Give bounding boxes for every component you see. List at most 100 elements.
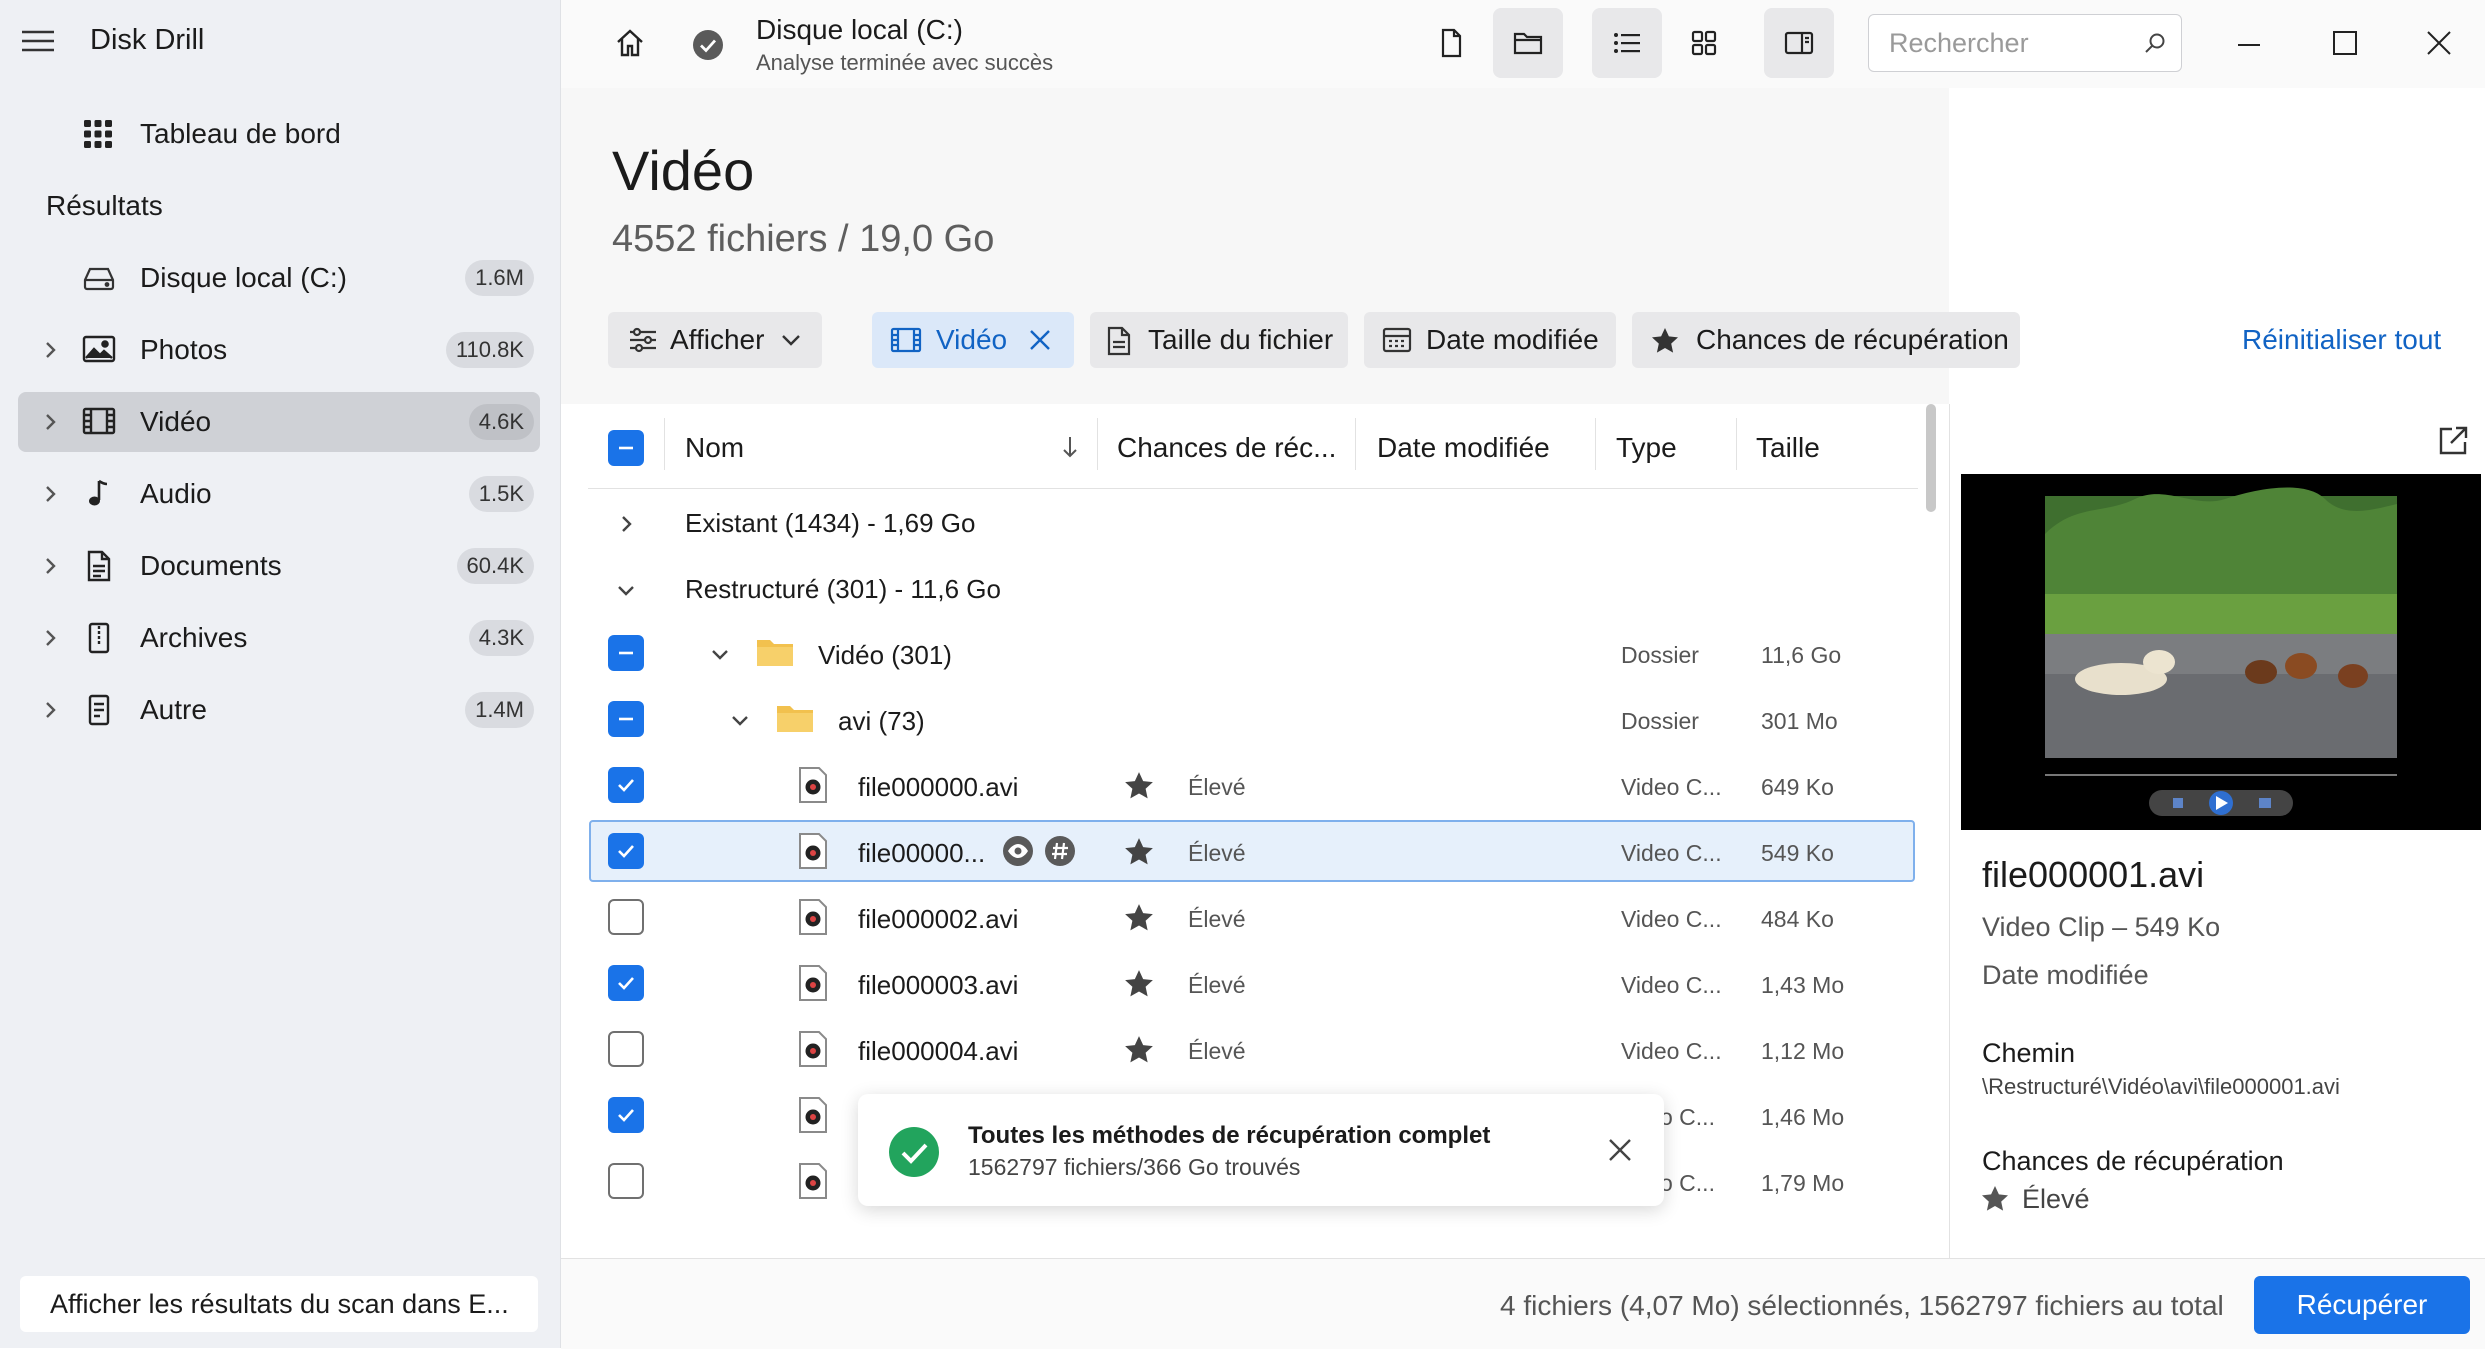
maximize-button[interactable]: [2330, 28, 2360, 58]
row-checkbox[interactable]: [608, 965, 644, 1001]
row-checkbox[interactable]: [608, 833, 644, 869]
sidebar-item-video[interactable]: Vidéo 4.6K: [18, 392, 540, 452]
sidebar-item-photos[interactable]: Photos 110.8K: [18, 320, 540, 380]
file-size: 549 Ko: [1761, 840, 1834, 866]
group-reconstructed[interactable]: Restructuré (301) - 11,6 Go: [685, 574, 1001, 605]
row-checkbox[interactable]: [608, 701, 644, 737]
row-checkbox[interactable]: [608, 899, 644, 935]
video-thumbnail[interactable]: [1961, 474, 2481, 830]
count-badge: 1.4M: [465, 692, 534, 728]
file-name: file000002.avi: [858, 904, 1019, 934]
group-existing[interactable]: Existant (1434) - 1,69 Go: [685, 508, 975, 539]
star-icon: [1650, 326, 1680, 356]
recovery-chances-filter-chip[interactable]: Chances de récupération: [1632, 312, 2020, 368]
video-filter-chip[interactable]: Vidéo: [872, 312, 1074, 368]
row-checkbox[interactable]: [608, 767, 644, 803]
count-badge: 1.6M: [465, 260, 534, 296]
hash-icon[interactable]: [1044, 835, 1076, 867]
folder-type: Dossier: [1621, 642, 1699, 668]
folder-size: 301 Mo: [1761, 708, 1838, 734]
reset-all-link[interactable]: Réinitialiser tout: [2242, 324, 2441, 356]
sidebar-item-audio[interactable]: Audio 1.5K: [18, 464, 540, 524]
toast-title: Toutes les méthodes de récupération comp…: [968, 1122, 1491, 1149]
column-divider: [1736, 418, 1737, 470]
folder-name: Vidéo (301): [818, 640, 952, 670]
sidebar-item-label: Documents: [140, 550, 282, 581]
search-box[interactable]: [1868, 14, 2182, 72]
minimize-button[interactable]: [2234, 30, 2264, 60]
success-check-icon: [888, 1126, 940, 1178]
preview-date-label: Date modifiée: [1982, 960, 2149, 990]
row-checkbox[interactable]: [608, 1097, 644, 1133]
chevron-right-icon[interactable]: [614, 512, 638, 536]
document-icon: [1106, 326, 1132, 356]
list-view-button[interactable]: [1592, 8, 1662, 78]
date-modified-filter-chip[interactable]: Date modifiée: [1364, 312, 1616, 368]
column-header-size[interactable]: Taille: [1756, 432, 1820, 464]
count-badge: 4.3K: [468, 620, 534, 656]
disk-title: Disque local (C:): [756, 14, 963, 45]
search-input[interactable]: [1887, 27, 2141, 60]
column-header-name[interactable]: Nom: [685, 432, 744, 464]
recover-button[interactable]: Récupérer: [2254, 1276, 2470, 1334]
folder-view-button[interactable]: [1493, 8, 1563, 78]
grid-view-button[interactable]: [1669, 8, 1739, 78]
count-badge: 1.5K: [468, 476, 534, 512]
column-divider: [1097, 418, 1098, 470]
chevron-right-icon[interactable]: [38, 626, 62, 650]
preview-pane-toggle[interactable]: [1764, 8, 1834, 78]
video-file-icon: [798, 1163, 828, 1199]
home-button[interactable]: [595, 8, 665, 78]
film-icon: [82, 406, 116, 438]
eye-icon[interactable]: [1002, 835, 1034, 867]
close-icon[interactable]: [1028, 328, 1052, 352]
chevron-right-icon[interactable]: [38, 338, 62, 362]
column-header-type[interactable]: Type: [1616, 432, 1677, 464]
table-scrollbar[interactable]: [1926, 404, 1936, 512]
sidebar-item-local-disk[interactable]: Disque local (C:) 1.6M: [18, 248, 540, 308]
row-checkbox[interactable]: [608, 1031, 644, 1067]
film-icon: [890, 326, 922, 354]
sidebar-item-other[interactable]: Autre 1.4M: [18, 680, 540, 740]
file-name: file000000.avi: [858, 772, 1019, 802]
sidebar-item-documents[interactable]: Documents 60.4K: [18, 536, 540, 596]
count-badge: 4.6K: [468, 404, 534, 440]
close-window-button[interactable]: [2424, 28, 2454, 58]
chevron-right-icon[interactable]: [38, 410, 62, 434]
recovery-chance: Élevé: [1188, 972, 1246, 998]
file-size-filter-chip[interactable]: Taille du fichier: [1090, 312, 1348, 368]
close-icon[interactable]: [1606, 1136, 1634, 1164]
recovery-chance: Élevé: [1188, 906, 1246, 932]
column-header-chances[interactable]: Chances de réc...: [1117, 432, 1336, 464]
sidebar: Disk Drill Tableau de bord Résultats Dis…: [0, 0, 561, 1348]
row-checkbox[interactable]: [608, 635, 644, 671]
file-type: Video C...: [1621, 1038, 1722, 1064]
open-external-icon[interactable]: [2436, 424, 2470, 458]
menu-icon[interactable]: [20, 26, 60, 62]
chevron-right-icon[interactable]: [38, 554, 62, 578]
sort-down-icon[interactable]: [1058, 434, 1082, 460]
chevron-right-icon[interactable]: [38, 698, 62, 722]
file-type: o C...: [1660, 1104, 1715, 1130]
column-divider: [1355, 418, 1356, 470]
chevron-down-icon[interactable]: [708, 642, 732, 666]
sidebar-item-archives[interactable]: Archives 4.3K: [18, 608, 540, 668]
grid-icon: [1691, 30, 1717, 56]
row-checkbox[interactable]: [608, 1163, 644, 1199]
results-heading: Résultats: [46, 190, 163, 221]
file-view-button[interactable]: [1416, 8, 1486, 78]
show-filter-button[interactable]: Afficher: [608, 312, 822, 368]
sidebar-item-label: Vidéo: [140, 406, 212, 437]
select-all-checkbox[interactable]: [608, 430, 644, 466]
chevron-down-icon[interactable]: [614, 578, 638, 602]
search-icon[interactable]: [2143, 31, 2167, 55]
chevron-right-icon[interactable]: [38, 482, 62, 506]
column-header-date[interactable]: Date modifiée: [1377, 432, 1550, 464]
sidebar-item-dashboard[interactable]: Tableau de bord: [18, 104, 540, 164]
video-file-icon: [798, 1097, 828, 1133]
file-name: file00000...: [858, 838, 986, 868]
chevron-down-icon[interactable]: [728, 708, 752, 732]
chip-label: Afficher: [670, 324, 765, 355]
recovery-chance: Élevé: [1188, 774, 1246, 800]
show-in-explorer-button[interactable]: Afficher les résultats du scan dans E...: [20, 1276, 538, 1332]
